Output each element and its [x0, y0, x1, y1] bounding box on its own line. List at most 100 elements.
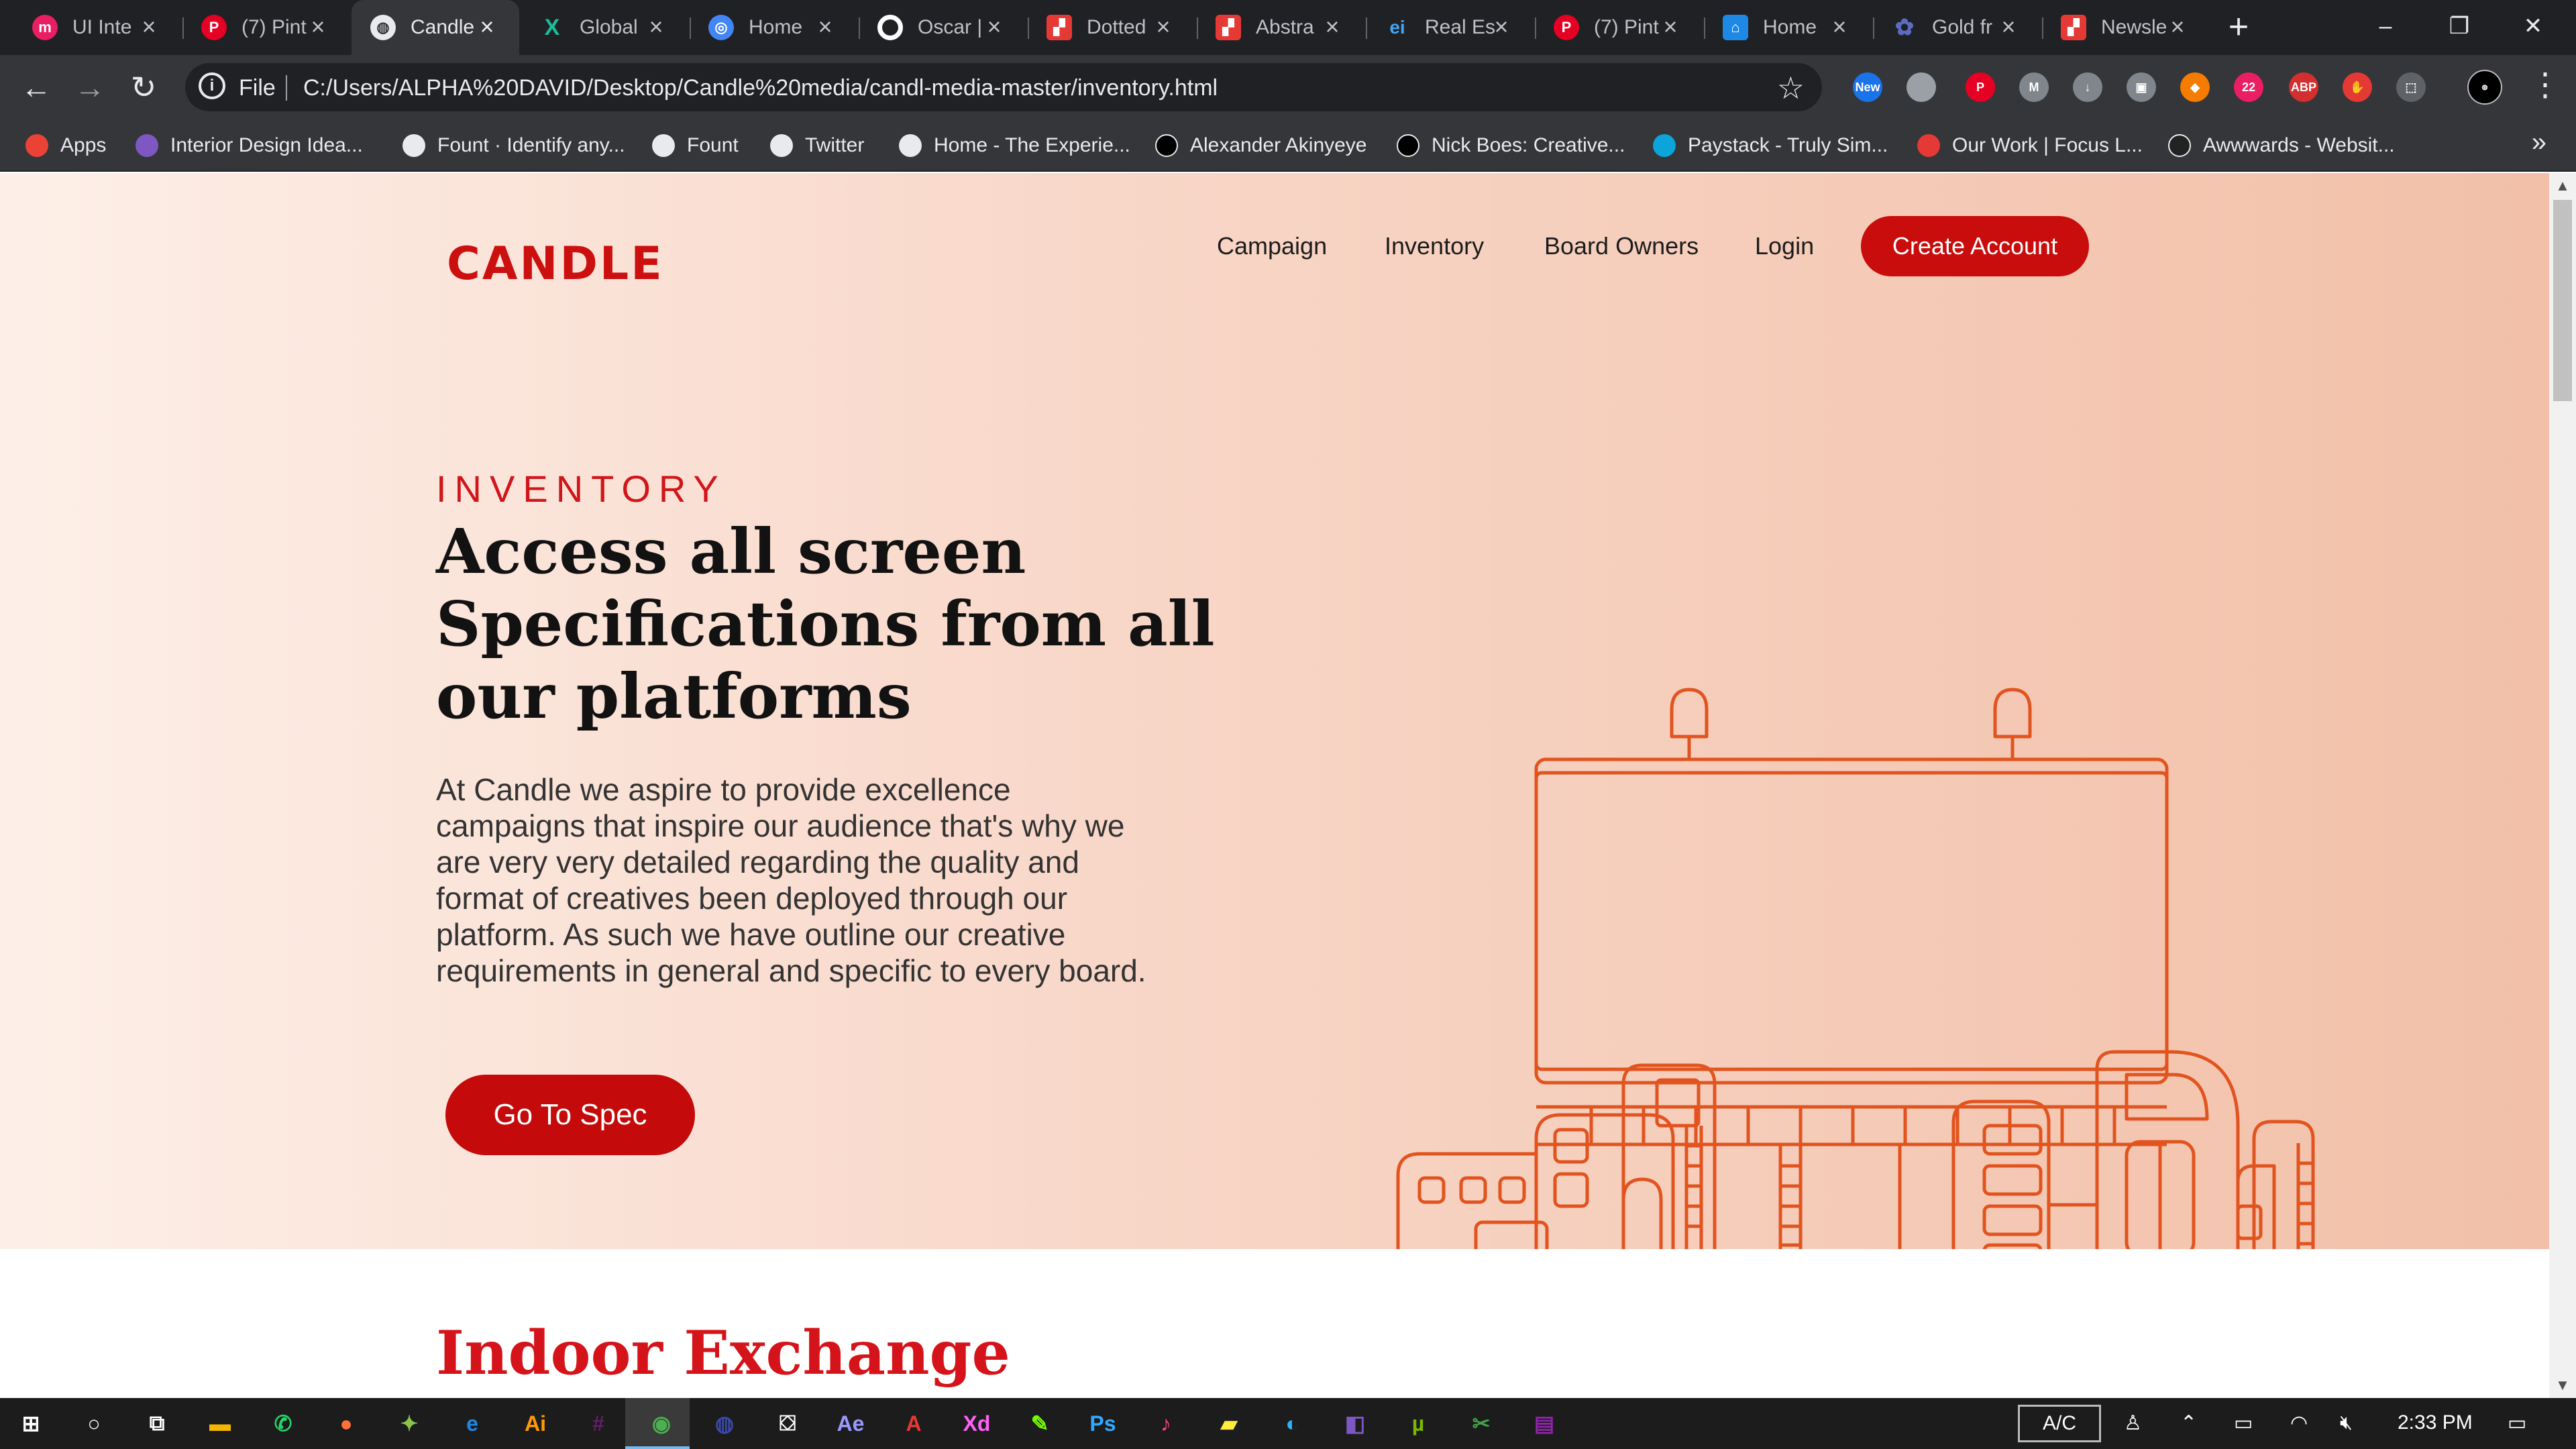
tab-oscar[interactable]: Oscar | ×	[859, 0, 1026, 55]
store-icon[interactable]: ⛋	[773, 1409, 802, 1438]
profile-avatar[interactable]: ◍	[2467, 70, 2502, 105]
people-icon[interactable]: ♙	[2124, 1411, 2142, 1435]
whatsapp-icon[interactable]: ✆	[268, 1409, 298, 1438]
bookmark-item[interactable]: Fount	[652, 129, 739, 162]
slack-icon[interactable]: #	[584, 1409, 613, 1438]
tab-pinterest[interactable]: P (7) Pint ×	[182, 0, 350, 55]
stop-hand-icon[interactable]: ✋	[2343, 72, 2372, 102]
tab-dotted[interactable]: ▞ Dotted ×	[1028, 0, 1195, 55]
pdf-ext-icon[interactable]: ⬚	[2396, 72, 2426, 102]
close-tab-icon[interactable]: ×	[475, 15, 499, 39]
more-bookmarks-icon[interactable]: »	[2532, 127, 2546, 158]
chrome-icon[interactable]: ◉	[647, 1409, 676, 1438]
nav-link-login[interactable]: Login	[1755, 232, 1814, 260]
image-ext-icon[interactable]: ▣	[2127, 72, 2156, 102]
download-ext-icon[interactable]: ↓	[2073, 72, 2102, 102]
music-icon[interactable]: ♪	[1151, 1409, 1181, 1438]
visual-studio-icon[interactable]: ◧	[1340, 1409, 1370, 1438]
close-tab-icon[interactable]: ×	[644, 15, 668, 39]
task-view-icon[interactable]: ⧉	[142, 1409, 172, 1438]
tab-ui-interface[interactable]: m UI Inte ×	[13, 0, 181, 55]
close-tab-icon[interactable]: ×	[306, 15, 330, 39]
close-tab-icon[interactable]: ×	[2165, 15, 2190, 39]
ac-indicator[interactable]: A/C	[2018, 1405, 2101, 1442]
paint-icon[interactable]: ◐	[1277, 1409, 1307, 1438]
tab-global[interactable]: X Global ×	[521, 0, 688, 55]
close-tab-icon[interactable]: ×	[1489, 15, 1513, 39]
url-text[interactable]: C:/Users/ALPHA%20DAVID/Desktop/Candle%20…	[303, 75, 1218, 101]
edge-icon[interactable]: e	[458, 1409, 487, 1438]
after-effects-icon[interactable]: Ae	[836, 1409, 865, 1438]
scroll-up-arrow-icon[interactable]: ▲	[2549, 177, 2576, 195]
minimize-button[interactable]: –	[2365, 9, 2406, 43]
tab-candle[interactable]: ◍ Candle ×	[352, 0, 519, 55]
xd-icon[interactable]: Xd	[962, 1409, 991, 1438]
new-extension-icon[interactable]: New	[1853, 72, 1882, 102]
close-tab-icon[interactable]: ×	[813, 15, 837, 39]
close-tab-icon[interactable]: ×	[982, 15, 1006, 39]
illustrator-icon[interactable]: Ai	[521, 1409, 550, 1438]
file-explorer-icon[interactable]: ▬	[205, 1409, 235, 1438]
snip-icon[interactable]: ✂	[1466, 1409, 1496, 1438]
utorrent-icon[interactable]: µ	[1403, 1409, 1433, 1438]
address-bar[interactable]: i File C:/Users/ALPHA%20DAVID/Desktop/Ca…	[185, 63, 1822, 111]
firefox-icon[interactable]: ●	[331, 1409, 361, 1438]
scroll-down-arrow-icon[interactable]: ▼	[2549, 1377, 2576, 1394]
bookmark-item[interactable]: Nick Boes: Creative...	[1397, 129, 1625, 162]
nav-link-inventory[interactable]: Inventory	[1385, 232, 1484, 260]
tab-pinterest-2[interactable]: P (7) Pint ×	[1535, 0, 1703, 55]
winrar-icon[interactable]: ▤	[1529, 1409, 1559, 1438]
pocket-icon[interactable]	[1907, 72, 1936, 102]
bookmark-item[interactable]: Fount · Identify any...	[402, 129, 625, 162]
nav-link-board-owners[interactable]: Board Owners	[1544, 232, 1699, 260]
reload-button[interactable]: ↻	[126, 70, 161, 105]
close-tab-icon[interactable]: ×	[1827, 15, 1851, 39]
photoshop-icon[interactable]: Ps	[1088, 1409, 1118, 1438]
obs-icon[interactable]: ◍	[710, 1409, 739, 1438]
pinterest-ext-icon[interactable]: P	[1966, 72, 1995, 102]
candle-logo[interactable]: CANDLE	[447, 237, 664, 290]
bookmark-item[interactable]: Home - The Experie...	[899, 129, 1130, 162]
tab-abstract[interactable]: ▞ Abstra ×	[1197, 0, 1364, 55]
sticky-notes-icon[interactable]: ▰	[1214, 1409, 1244, 1438]
page-scrollbar[interactable]: ▲ ▼	[2549, 173, 2576, 1398]
tab-newsletter[interactable]: ▞ Newsle ×	[2042, 0, 2210, 55]
nav-link-campaign[interactable]: Campaign	[1217, 232, 1327, 260]
tag-ext-icon[interactable]: ◆	[2180, 72, 2210, 102]
m-ext-icon[interactable]: M	[2019, 72, 2049, 102]
tab-real-estate[interactable]: ei Real Es ×	[1366, 0, 1534, 55]
adblock-icon[interactable]: ABP	[2289, 72, 2318, 102]
bookmark-item[interactable]: Apps	[25, 129, 106, 162]
go-to-spec-button[interactable]: Go To Spec	[445, 1075, 695, 1155]
forward-button[interactable]: →	[72, 70, 107, 105]
back-button[interactable]: ←	[19, 70, 54, 105]
clock-time[interactable]: 2:33 PM	[2398, 1411, 2473, 1434]
search-circle-icon[interactable]: ○	[79, 1409, 109, 1438]
bookmark-item[interactable]: Alexander Akinyeye	[1155, 129, 1367, 162]
scroll-thumb[interactable]	[2553, 200, 2572, 401]
info-icon[interactable]: i	[199, 72, 225, 99]
close-tab-icon[interactable]: ×	[1996, 15, 2021, 39]
tray-chevron-icon[interactable]: ⌃	[2180, 1411, 2197, 1435]
tab-gold[interactable]: ✿ Gold fr ×	[1873, 0, 2041, 55]
battery-icon[interactable]: ▭	[2234, 1411, 2253, 1435]
acrobat-icon[interactable]: A	[899, 1409, 928, 1438]
close-tab-icon[interactable]: ×	[1658, 15, 1682, 39]
bookmark-item[interactable]: Awwwards - Websit...	[2168, 129, 2395, 162]
notifications-icon[interactable]: ▭	[2508, 1411, 2526, 1435]
bookmark-item[interactable]: Our Work | Focus L...	[1917, 129, 2143, 162]
tab-home-2[interactable]: ⌂ Home ×	[1704, 0, 1872, 55]
puzzle-app-icon[interactable]: ✦	[394, 1409, 424, 1438]
close-tab-icon[interactable]: ×	[1151, 15, 1175, 39]
bookmark-item[interactable]: Interior Design Idea...	[136, 129, 363, 162]
browser-menu-icon[interactable]: ⋮	[2529, 67, 2561, 107]
tab-home[interactable]: ◎ Home ×	[690, 0, 857, 55]
bookmark-item[interactable]: Twitter	[770, 129, 864, 162]
create-account-button[interactable]: Create Account	[1861, 216, 2089, 276]
restore-button[interactable]: ❐	[2439, 9, 2479, 43]
volume-muted-icon[interactable]: 🔇︎	[2340, 1411, 2353, 1434]
wifi-icon[interactable]: ◠	[2290, 1411, 2308, 1435]
bookmark-item[interactable]: Paystack - Truly Sim...	[1653, 129, 1888, 162]
bookmark-star-icon[interactable]: ☆	[1777, 70, 1805, 106]
close-tab-icon[interactable]: ×	[1320, 15, 1344, 39]
